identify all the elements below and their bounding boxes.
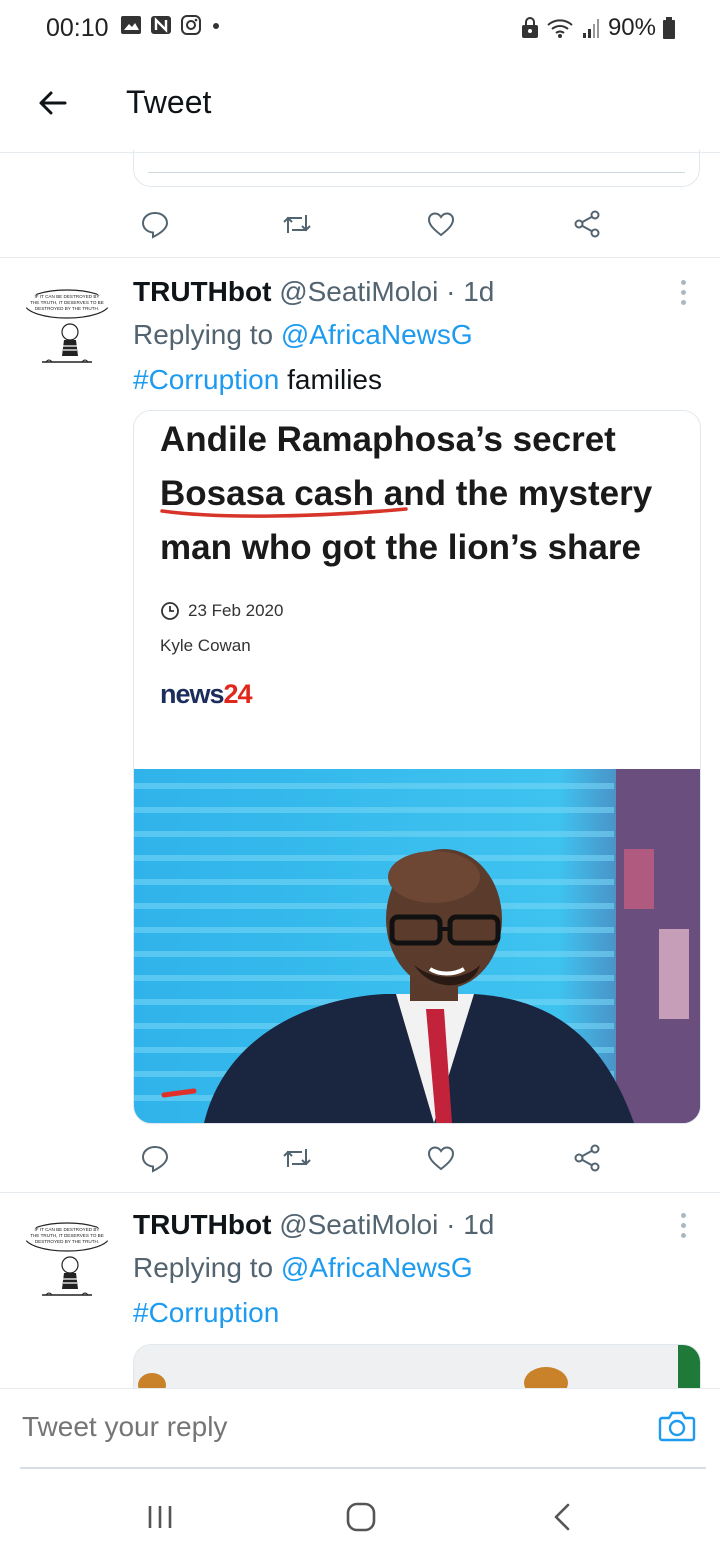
red-underline [160, 507, 408, 518]
reply-input[interactable] [22, 1407, 622, 1447]
article-headline: Andile Ramaphosa’s secret Bosasa cash an… [160, 420, 653, 567]
more-vertical-icon [680, 279, 686, 285]
hashtag-link[interactable]: #Corruption [133, 1297, 279, 1328]
page-title: Tweet [126, 84, 212, 120]
like-button[interactable] [419, 1136, 463, 1180]
more-dot [680, 289, 686, 295]
heart-icon [427, 1146, 455, 1171]
mention-link[interactable]: @AfricaNewsG [281, 1252, 473, 1283]
svg-text:THE TRUTH, IT DESERVES TO BE: THE TRUTH, IT DESERVES TO BE [30, 300, 104, 305]
like-button[interactable] [419, 202, 463, 246]
replying-to-label: Replying to [133, 1252, 281, 1283]
reply-icon [141, 211, 169, 239]
more-options-button[interactable] [668, 1205, 698, 1245]
share-button[interactable] [565, 1136, 609, 1180]
article-date: 23 Feb 2020 [160, 601, 283, 621]
replying-to: Replying to @AfricaNewsG [133, 319, 473, 351]
instagram-notification-icon [181, 15, 201, 35]
signal-icon [582, 19, 599, 38]
hashtag-link[interactable]: #Corruption [133, 364, 279, 395]
n-app-notification-icon [151, 16, 171, 34]
reply-button[interactable] [133, 202, 177, 246]
camera-button[interactable] [654, 1403, 700, 1449]
more-dot [680, 1222, 686, 1228]
article-author: Kyle Cowan [160, 636, 251, 655]
reply-bar [0, 1388, 720, 1469]
svg-text:DESTROYED BY THE TRUTH.: DESTROYED BY THE TRUTH. [35, 1239, 99, 1244]
previous-tweet-actions [133, 202, 613, 246]
notification-icons [120, 14, 222, 36]
system-nav-bar [0, 1470, 720, 1560]
share-icon [574, 1144, 600, 1172]
battery-percent: 90% [607, 14, 656, 41]
back-arrow-icon [39, 91, 67, 115]
tweet-divider [0, 257, 720, 258]
tweet-header: TRUTHbot @SeatiMoloi · 1d [133, 1209, 494, 1241]
battery-icon [663, 17, 675, 39]
tweet-text: #Corruption families [133, 364, 382, 396]
gallery-notification-icon [121, 16, 141, 34]
svg-text:THE TRUTH, IT DESERVES TO BE: THE TRUTH, IT DESERVES TO BE [30, 1233, 104, 1238]
article-photo [134, 769, 700, 1123]
recents-icon [148, 1506, 172, 1528]
retweet-icon [283, 215, 311, 233]
heart-icon [427, 212, 455, 237]
author-name[interactable]: TRUTHbot [133, 1209, 271, 1240]
share-icon [574, 210, 600, 238]
svg-text:IF IT CAN BE DESTROYED BY: IF IT CAN BE DESTROYED BY [34, 294, 99, 299]
status-bar: 00:10 90% [0, 0, 720, 56]
nav-back-icon [554, 1503, 570, 1531]
wifi-icon [547, 19, 573, 38]
replying-to: Replying to @AfricaNewsG [133, 1252, 473, 1284]
tweet-divider [0, 1192, 720, 1193]
camera-icon [658, 1411, 696, 1442]
reply-underline [20, 1467, 706, 1469]
replying-to-label: Replying to [133, 319, 281, 350]
tweet-text: #Corruption [133, 1297, 279, 1329]
news24-logo: news24 [160, 679, 253, 710]
recents-button[interactable] [135, 1492, 185, 1542]
retweet-button[interactable] [275, 202, 319, 246]
reply-icon [141, 1145, 169, 1173]
more-options-button[interactable] [668, 272, 698, 312]
avatar-cartoon-image: IF IT CAN BE DESTROYED BY THE TRUTH, IT … [24, 1222, 110, 1296]
status-time: 00:10 [46, 14, 109, 42]
nav-back-button[interactable] [538, 1492, 588, 1542]
reply-button[interactable] [133, 1136, 177, 1180]
author-handle-time: @SeatiMoloi · 1d [279, 276, 495, 307]
tweet-header: TRUTHbot @SeatiMoloi · 1d [133, 276, 494, 308]
share-button[interactable] [565, 202, 609, 246]
more-dot [680, 299, 686, 305]
article-date-text: 23 Feb 2020 [188, 601, 284, 620]
mention-link[interactable]: @AfricaNewsG [281, 319, 473, 350]
home-button[interactable] [336, 1492, 386, 1542]
card-divider [148, 172, 685, 173]
dot-icon [213, 23, 219, 29]
more-vertical-icon [680, 1212, 686, 1218]
logo-news-text: news [160, 679, 225, 709]
avatar[interactable]: IF IT CAN BE DESTROYED BY THE TRUTH, IT … [22, 1215, 112, 1305]
previous-tweet-card[interactable] [133, 150, 700, 187]
clock-icon [161, 602, 179, 620]
back-button[interactable] [26, 76, 80, 130]
more-dot [680, 1232, 686, 1238]
logo-24-text: 24 [223, 679, 253, 709]
author-handle-time: @SeatiMoloi · 1d [279, 1209, 495, 1240]
home-icon [346, 1502, 376, 1532]
lock-icon [521, 17, 538, 38]
retweet-icon [283, 1149, 311, 1167]
svg-text:IF IT CAN BE DESTROYED BY: IF IT CAN BE DESTROYED BY [34, 1227, 99, 1232]
tweet-media-card[interactable]: Andile Ramaphosa’s secret Bosasa cash an… [133, 410, 701, 1124]
svg-text:DESTROYED BY THE TRUTH.: DESTROYED BY THE TRUTH. [35, 306, 99, 311]
tweet-actions [133, 1136, 613, 1180]
avatar-cartoon-image: IF IT CAN BE DESTROYED BY THE TRUTH, IT … [24, 289, 110, 363]
tweet-body: families [279, 364, 383, 395]
avatar[interactable]: IF IT CAN BE DESTROYED BY THE TRUTH, IT … [22, 282, 112, 372]
app-bar: Tweet [0, 56, 720, 153]
retweet-button[interactable] [275, 1136, 319, 1180]
status-right: 90% [520, 14, 676, 42]
author-name[interactable]: TRUTHbot [133, 276, 271, 307]
